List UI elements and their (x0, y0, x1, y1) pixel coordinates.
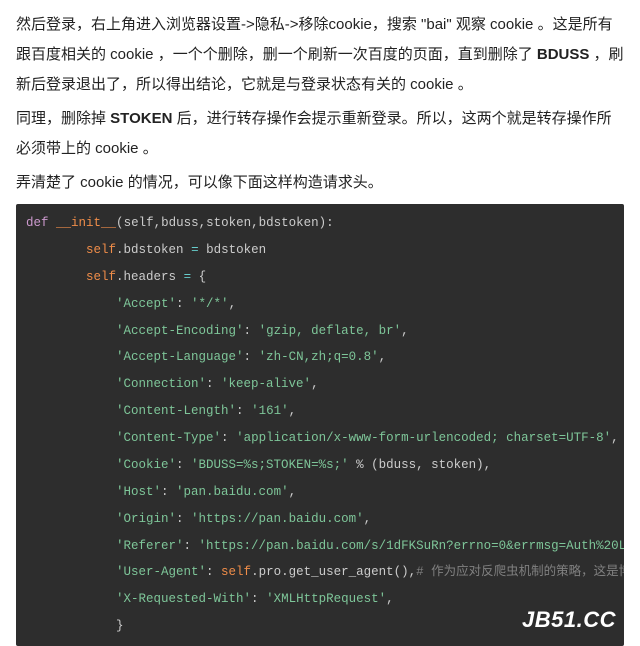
paragraph-2: 同理，删除掉 STOKEN 后，进行转存操作会提示重新登录。所以，这两个就是转存… (16, 104, 624, 164)
code-block-container: def __init__(self,bduss,stoken,bdstoken)… (16, 204, 624, 646)
val-content-length: '161' (251, 404, 289, 418)
comment: # 作为应对反爬虫机制的策略，这是博主 (416, 565, 624, 579)
fmt-args: % (bduss, stoken) (349, 458, 484, 472)
attr: headers (124, 270, 177, 284)
val-x-requested-with: 'XMLHttpRequest' (266, 592, 386, 606)
op-eq: = (184, 270, 192, 284)
key-origin: 'Origin' (116, 512, 176, 526)
rhs: bdstoken (206, 243, 266, 257)
key-user-agent: 'User-Agent' (116, 565, 206, 579)
brace-close: } (116, 619, 124, 633)
key-host: 'Host' (116, 485, 161, 499)
val-accept-encoding: 'gzip, deflate, br' (259, 324, 402, 338)
key-content-length: 'Content-Length' (116, 404, 236, 418)
self: self (221, 565, 251, 579)
self: self (86, 243, 116, 257)
val-cookie: 'BDUSS=%s;STOKEN=%s;' (191, 458, 349, 472)
val-content-type: 'application/x-www-form-urlencoded; char… (236, 431, 611, 445)
params: self,bduss,stoken,bdstoken (124, 216, 319, 230)
key-connection: 'Connection' (116, 377, 206, 391)
paragraph-1: 然后登录，右上角进入浏览器设置->隐私->移除cookie，搜索 "bai" 观… (16, 10, 624, 100)
dot: . (116, 243, 124, 257)
op-eq: = (191, 243, 199, 257)
kw-def: def (26, 216, 49, 230)
ua-call: .pro.get_user_agent(), (251, 565, 416, 579)
val-accept-language: 'zh-CN,zh;q=0.8' (259, 350, 379, 364)
paragraph-3: 弄清楚了 cookie 的情况，可以像下面这样构造请求头。 (16, 168, 624, 198)
paren: ) (319, 216, 327, 230)
bold-stoken: STOKEN (110, 110, 172, 127)
key-cookie: 'Cookie' (116, 458, 176, 472)
colon: : (326, 216, 334, 230)
dot: . (116, 270, 124, 284)
key-x-requested-with: 'X-Requested-With' (116, 592, 251, 606)
val-origin: 'https://pan.baidu.com' (191, 512, 364, 526)
key-content-type: 'Content-Type' (116, 431, 221, 445)
article-text: 然后登录，右上角进入浏览器设置->隐私->移除cookie，搜索 "bai" 观… (16, 10, 624, 198)
code-block: def __init__(self,bduss,stoken,bdstoken)… (16, 204, 624, 646)
val-referer: 'https://pan.baidu.com/s/1dFKSuRn?errno=… (199, 539, 624, 553)
fn-name: __init__ (56, 216, 116, 230)
self: self (86, 270, 116, 284)
brace: { (199, 270, 207, 284)
val-host: 'pan.baidu.com' (176, 485, 289, 499)
key-accept: 'Accept' (116, 297, 176, 311)
key-accept-encoding: 'Accept-Encoding' (116, 324, 244, 338)
bold-bduss: BDUSS (537, 46, 590, 63)
key-accept-language: 'Accept-Language' (116, 350, 244, 364)
text: 同理，删除掉 (16, 110, 110, 127)
attr: bdstoken (124, 243, 184, 257)
val-accept: '*/*' (191, 297, 229, 311)
paren: ( (116, 216, 124, 230)
val-connection: 'keep-alive' (221, 377, 311, 391)
text: 然后登录，右上角进入浏览器设置->隐私->移除cookie，搜索 "bai" 观… (16, 16, 613, 63)
key-referer: 'Referer' (116, 539, 184, 553)
